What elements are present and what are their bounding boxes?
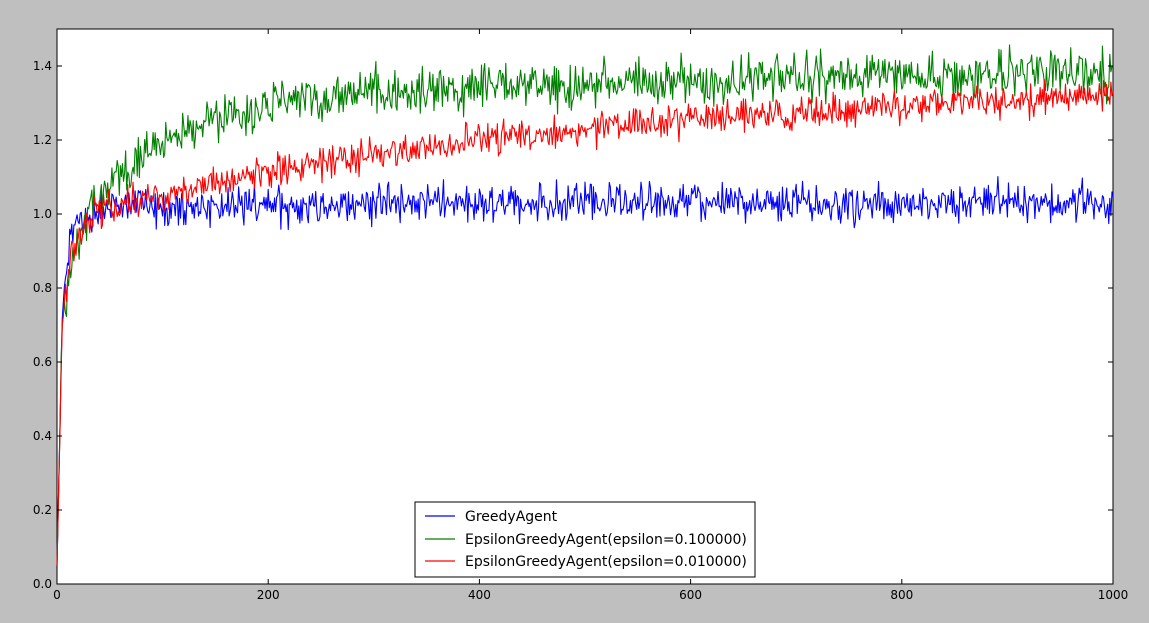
y-tick-label: 1.0 <box>33 207 52 221</box>
y-tick-label: 0.6 <box>33 355 52 369</box>
y-tick-label: 0.8 <box>33 281 52 295</box>
legend-label-epsilon-0-01: EpsilonGreedyAgent(epsilon=0.010000) <box>465 554 747 570</box>
legend-label-greedy: GreedyAgent <box>465 509 558 525</box>
y-tick-label: 0.2 <box>33 503 52 517</box>
legend-label-epsilon-0-1: EpsilonGreedyAgent(epsilon=0.100000) <box>465 532 747 548</box>
figure: 0 200 400 600 800 1000 0.0 0.2 0.4 0.6 0.8 1.0 1.2 1.… <box>0 0 1149 619</box>
y-tick-label: 0.4 <box>33 429 52 443</box>
legend: GreedyAgent EpsilonGreedyAgent(epsilon=0… <box>414 501 756 578</box>
y-tick-label: 0.0 <box>33 577 52 591</box>
y-tick-label: 1.2 <box>33 133 52 147</box>
x-tick-label: 600 <box>679 588 702 602</box>
x-tick-label: 400 <box>468 588 491 602</box>
x-tick-label: 0 <box>53 588 61 602</box>
line-chart: 0 200 400 600 800 1000 0.0 0.2 0.4 0.6 0.8 1.0 1.2 1.… <box>33 28 1129 602</box>
x-tick-label: 200 <box>257 588 280 602</box>
x-tick-label: 1000 <box>1098 588 1129 602</box>
x-tick-label: 800 <box>890 588 913 602</box>
y-tick-label: 1.4 <box>33 59 52 73</box>
